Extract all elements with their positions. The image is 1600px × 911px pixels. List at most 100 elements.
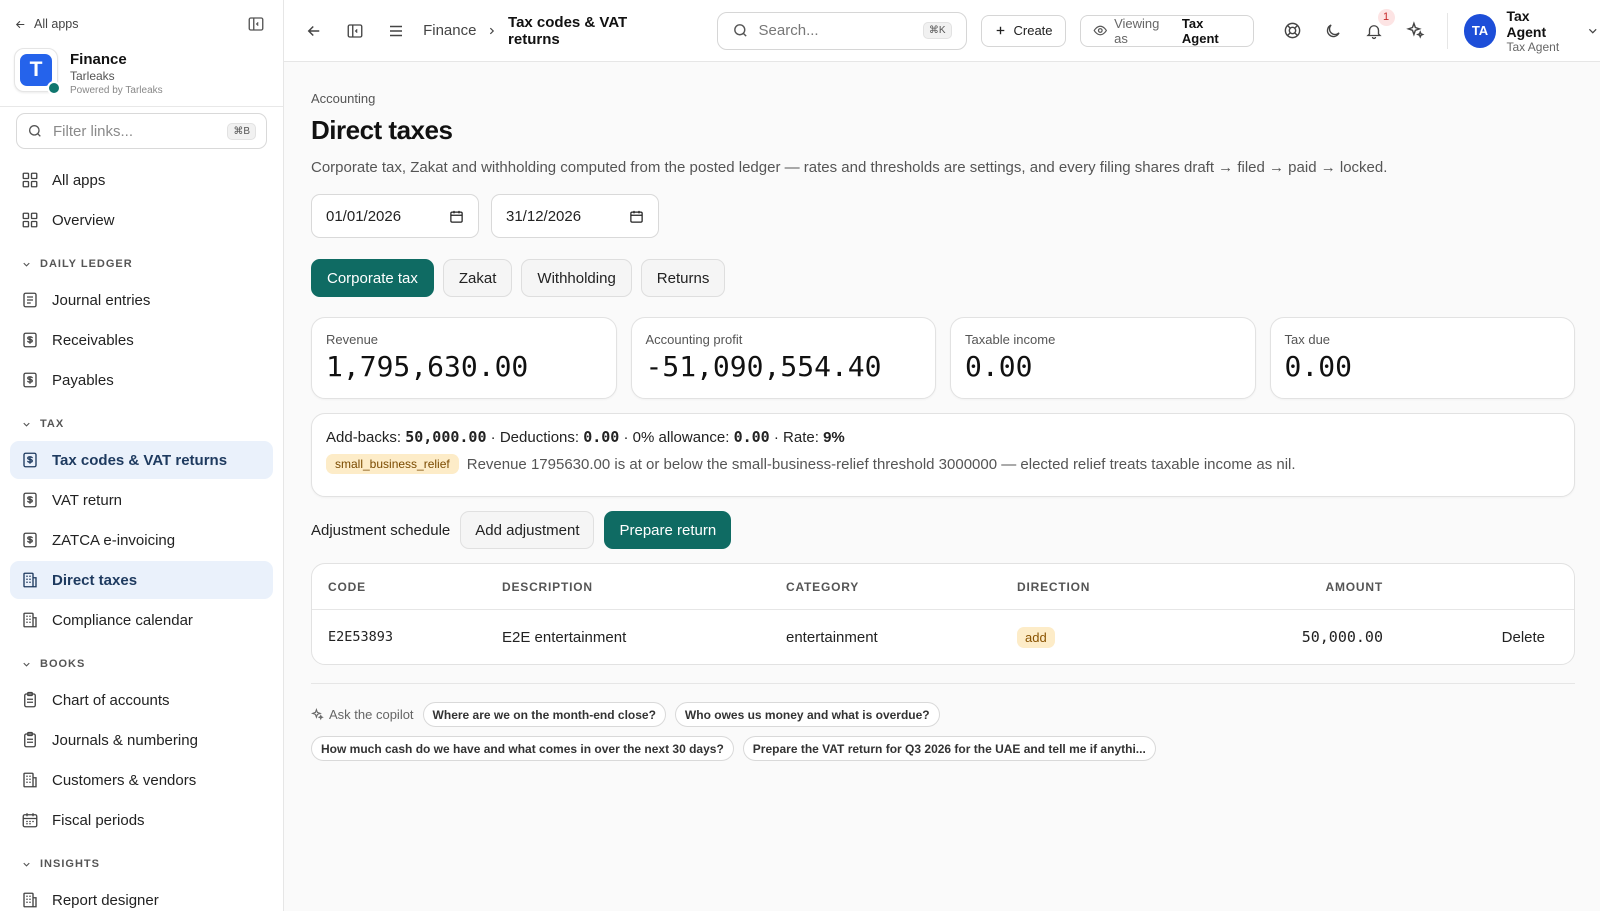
sidebar-item-vat-return[interactable]: VAT return xyxy=(10,481,273,519)
building-icon xyxy=(23,772,37,788)
kpi-value: 0.00 xyxy=(1284,350,1352,383)
section-title: DAILY LEDGER xyxy=(40,258,133,270)
page-breadcrumb[interactable]: Accounting xyxy=(311,91,1575,106)
sidebar-item-receivables[interactable]: Receivables xyxy=(10,321,273,359)
clipboard-icon xyxy=(24,731,36,748)
breadcrumb-parent[interactable]: Finance xyxy=(423,22,476,39)
copilot-prompt-chip[interactable]: Who owes us money and what is overdue? xyxy=(674,702,940,727)
back-button[interactable] xyxy=(296,13,331,49)
copilot-prompt-chip[interactable]: Prepare the VAT return for Q3 2026 for t… xyxy=(742,736,1156,761)
viewing-as-button[interactable]: Viewing as Tax Agent xyxy=(1079,14,1255,47)
adjustments-table: CODE DESCRIPTION CATEGORY DIRECTION AMOU… xyxy=(311,563,1575,665)
help-button[interactable] xyxy=(1274,13,1309,49)
sidebar-nav: All apps Overview DAILY LEDGER Journal e… xyxy=(0,149,283,911)
copilot-prompt-chip[interactable]: How much cash do we have and what comes … xyxy=(311,736,734,761)
sidebar-item-chart-of-accounts[interactable]: Chart of accounts xyxy=(10,681,273,719)
sidebar-item-label: ZATCA e-invoicing xyxy=(52,531,176,549)
filter-links-input[interactable]: Filter links... ⌘B xyxy=(16,113,267,149)
sidebar-item-journals-numbering[interactable]: Journals & numbering xyxy=(10,721,273,759)
all-apps-link[interactable]: All apps xyxy=(14,17,78,31)
cell-category: entertainment xyxy=(786,628,878,646)
kpi-label: Taxable income xyxy=(965,332,1056,347)
notifications-button[interactable]: 1 xyxy=(1357,8,1395,49)
sidebar-item-zatca[interactable]: ZATCA e-invoicing xyxy=(10,521,273,559)
collapse-sidebar-button[interactable] xyxy=(247,15,265,33)
viewing-as-value: Tax Agent xyxy=(1181,15,1219,46)
table-row[interactable]: E2E53893 E2E entertainment entertainment… xyxy=(312,610,1574,664)
theme-toggle-button[interactable] xyxy=(1316,13,1351,49)
menu-button[interactable] xyxy=(378,13,413,49)
sidebar-item-direct-taxes[interactable]: Direct taxes xyxy=(10,561,273,599)
copilot-prompt-chip[interactable]: Where are we on the month-end close? xyxy=(422,702,666,727)
receipt-icon xyxy=(23,492,37,508)
lifebuoy-icon xyxy=(1284,22,1300,39)
section-books[interactable]: BOOKS xyxy=(10,641,273,681)
column-header-direction[interactable]: DIRECTION xyxy=(1017,580,1177,594)
column-header-description[interactable]: DESCRIPTION xyxy=(502,580,786,594)
cell-description: E2E entertainment xyxy=(502,628,627,646)
sidebar-item-label: Chart of accounts xyxy=(52,691,170,709)
chevron-down-icon xyxy=(23,262,30,267)
copilot-label-group: Ask the copilot xyxy=(311,707,414,722)
search-icon xyxy=(733,24,747,37)
page-description: Corporate tax, Zakat and withholding com… xyxy=(311,159,1388,176)
adjustment-toolbar: Adjustment schedule Add adjustment Prepa… xyxy=(311,511,1575,549)
sidebar-item-tax-codes[interactable]: Tax codes & VAT returns xyxy=(10,441,273,479)
add-adjustment-button[interactable]: Add adjustment xyxy=(460,511,595,549)
sidebar-item-journal-entries[interactable]: Journal entries xyxy=(10,281,273,319)
date-to-value: 31/12/2026 xyxy=(506,207,582,225)
sidebar-item-all-apps[interactable]: All apps xyxy=(10,161,273,199)
user-menu[interactable]: TA Tax Agent Tax Agent xyxy=(1463,8,1600,54)
filter-placeholder: Filter links... xyxy=(53,122,134,140)
sidebar-item-label: Journals & numbering xyxy=(52,731,198,749)
sidebar-item-compliance-calendar[interactable]: Compliance calendar xyxy=(10,601,273,639)
create-button[interactable]: Create xyxy=(980,14,1066,47)
kpi-label: Tax due xyxy=(1284,332,1331,347)
sidebar-item-fiscal-periods[interactable]: Fiscal periods xyxy=(10,801,273,839)
logo-letter: T xyxy=(20,54,52,86)
chevron-down-icon xyxy=(23,662,30,667)
logo-badge-icon xyxy=(47,81,61,95)
prepare-return-button[interactable]: Prepare return xyxy=(604,511,732,549)
all-apps-label: All apps xyxy=(34,17,79,31)
sidebar-item-label: Payables xyxy=(52,371,114,389)
column-header-amount[interactable]: AMOUNT xyxy=(1177,580,1383,594)
column-header-code[interactable]: CODE xyxy=(328,580,502,594)
date-from-input[interactable]: 01/01/2026 xyxy=(311,194,479,238)
tab-corporate-tax[interactable]: Corporate tax xyxy=(311,259,434,297)
delete-row-button[interactable]: Delete xyxy=(1383,629,1558,646)
sidebar-item-payables[interactable]: Payables xyxy=(10,361,273,399)
avatar: TA xyxy=(1463,13,1497,48)
sidebar-item-label: Receivables xyxy=(52,331,134,349)
toggle-sidebar-button[interactable] xyxy=(337,13,372,49)
sidebar-item-overview[interactable]: Overview xyxy=(10,201,273,239)
create-label: Create xyxy=(1013,23,1053,38)
tab-zakat[interactable]: Zakat xyxy=(442,259,513,297)
breadcrumb: Finance Tax codes & VAT returns xyxy=(423,14,676,48)
cell-direction: add xyxy=(1017,626,1177,648)
sparkles-icon xyxy=(1405,21,1425,39)
search-icon xyxy=(29,125,41,137)
sidebar-item-customers-vendors[interactable]: Customers & vendors xyxy=(10,761,273,799)
allowance-value: 0.00 xyxy=(733,428,770,446)
date-to-input[interactable]: 31/12/2026 xyxy=(491,194,659,238)
column-header-category[interactable]: CATEGORY xyxy=(786,580,1017,594)
tab-withholding[interactable]: Withholding xyxy=(521,259,632,297)
org-subtitle: Tarleaks xyxy=(70,69,115,83)
org-switcher[interactable]: T Finance Tarleaks Powered by Tarleaks xyxy=(0,48,283,106)
section-tax[interactable]: TAX xyxy=(10,401,273,441)
rate-value: 9% xyxy=(823,428,845,446)
ai-assistant-button[interactable] xyxy=(1398,13,1433,49)
sidebar-item-label: Report designer xyxy=(52,891,159,909)
sidebar-item-label: All apps xyxy=(52,171,106,189)
section-insights[interactable]: INSIGHTS xyxy=(10,841,273,881)
eye-icon xyxy=(1093,25,1107,36)
chevron-right-icon xyxy=(490,27,495,34)
search-input[interactable]: Search... ⌘K xyxy=(716,11,967,50)
search-placeholder: Search... xyxy=(758,22,819,39)
section-daily-ledger[interactable]: DAILY LEDGER xyxy=(10,241,273,281)
sidebar-item-report-designer[interactable]: Report designer xyxy=(10,881,273,911)
tab-returns[interactable]: Returns xyxy=(640,259,726,297)
addbacks-label: Add-backs: xyxy=(326,428,402,446)
kpi-taxable-income: Taxable income 0.00 xyxy=(950,317,1256,399)
